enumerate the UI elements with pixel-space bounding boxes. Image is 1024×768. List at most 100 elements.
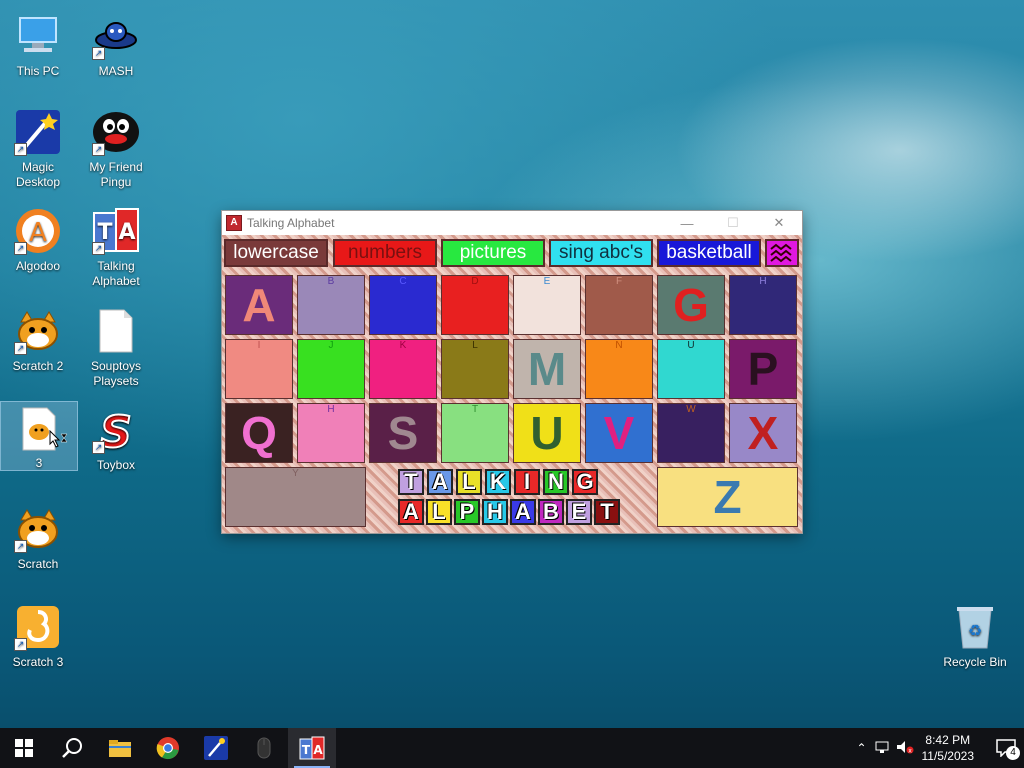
letter-tile[interactable]: Q [225,403,293,463]
desktop-icon-label: This PC [16,64,60,78]
desktop-icon-label: Scratch 3 [12,655,64,669]
talking-alphabet-icon: TA [299,736,325,760]
letter-tile[interactable]: M [513,339,581,399]
taskbar-talking-alphabet[interactable]: TA [288,728,336,768]
sing-abcs-button[interactable]: sing abc's [549,239,653,267]
letter-tile[interactable]: U [657,339,725,399]
desktop-icon-pingu[interactable]: ↗ My Friend Pingu [78,104,154,190]
letter-tile[interactable]: L [441,339,509,399]
taskbar-file-explorer[interactable] [96,728,144,768]
algodoo-icon: A ↗ [14,207,62,255]
logo-letter-block: H [482,499,508,525]
tile-small-letter: N [615,340,623,351]
desktop-icon-algodoo[interactable]: A ↗ Algodoo [0,203,76,274]
clock-date: 11/5/2023 [921,749,975,763]
maximize-icon[interactable]: ☐ [710,211,756,235]
scratch-3-icon: ↗ [14,603,62,651]
tile-big-letter: U [530,407,564,459]
taskbar-magic-desktop[interactable] [192,728,240,768]
desktop-icon-scratch-2[interactable]: ↗ Scratch 2 [0,303,76,374]
window-title: Talking Alphabet [247,216,335,230]
shortcut-arrow-icon: ↗ [14,638,27,651]
taskbar-chrome[interactable] [144,728,192,768]
desktop-icon-toybox[interactable]: S ↗ Toybox [78,402,154,473]
letter-tile[interactable]: G [657,275,725,335]
letter-tile[interactable]: T [441,403,509,463]
letter-tile[interactable]: I [225,339,293,399]
basketball-button[interactable]: basketball [657,239,761,267]
letter-tile[interactable]: W [657,403,725,463]
svg-text:A: A [29,218,47,248]
app-content: lowercase numbers pictures sing abc's ba… [222,235,802,533]
desktop-icon-recycle-bin[interactable]: ♻ Recycle Bin [937,599,1013,670]
letter-tile[interactable]: F [585,275,653,335]
volume-muted-icon[interactable]: x [894,740,916,757]
shortcut-arrow-icon: ↗ [14,540,27,553]
search-button[interactable] [48,728,96,768]
desktop-icon-label: Scratch [17,557,59,571]
tile-small-letter: L [472,340,478,351]
letter-tile[interactable]: A [225,275,293,335]
desktop-icon-magic-desktop[interactable]: ↗ Magic Desktop [0,104,76,190]
notification-center-button[interactable]: 4 [988,728,1024,768]
desktop-icon-mash[interactable]: ↗ MASH [78,8,154,79]
letter-tile[interactable]: N [585,339,653,399]
letter-tile[interactable]: S [369,403,437,463]
desktop-icon-talking-alphabet[interactable]: TA ↗ Talking Alphabet [78,203,154,289]
letter-tile[interactable]: P [729,339,797,399]
pictures-button[interactable]: pictures [441,239,545,267]
taskbar: TA ⌃ x 8:42 PM 11/5/2023 4 [0,728,1024,768]
logo-letter-block: B [538,499,564,525]
svg-text:A: A [118,220,135,245]
minimize-icon[interactable]: — [664,211,710,235]
letter-tile[interactable]: C [369,275,437,335]
logo-letter-block: A [427,469,453,495]
letter-tile[interactable]: V [585,403,653,463]
letter-tile[interactable]: U [513,403,581,463]
chevron-up-icon[interactable]: ⌃ [852,741,872,755]
tile-big-letter: M [527,343,567,395]
letter-tile[interactable]: X [729,403,797,463]
letter-tile[interactable]: K [369,339,437,399]
logo-letter-block: L [456,469,482,495]
talking-alphabet-window[interactable]: A Talking Alphabet — ☐ ✕ lowercase numbe… [222,211,802,533]
shortcut-arrow-icon: ↗ [14,242,27,255]
desktop-icon-souptoys[interactable]: Souptoys Playsets [78,303,154,389]
letter-tile[interactable]: H [297,403,365,463]
letter-tile[interactable]: E [513,275,581,335]
desktop-icon-scratch-3[interactable]: ↗ Scratch 3 [0,599,76,670]
taskbar-clock[interactable]: 8:42 PM 11/5/2023 [922,732,975,764]
tile-small-letter: C [399,276,407,287]
mash-ufo-icon: ↗ [92,12,140,60]
tile-small-letter: B [327,276,335,287]
window-titlebar[interactable]: A Talking Alphabet — ☐ ✕ [222,211,802,235]
letter-tile[interactable]: J [297,339,365,399]
desktop-icon-label: Toybox [96,458,136,472]
zigzag-icon[interactable] [765,239,799,267]
scratch-cat-icon: ↗ [14,307,62,355]
taskbar-mouse[interactable] [240,728,288,768]
busy-cursor-icon [49,429,69,450]
letter-tile[interactable]: D [441,275,509,335]
tile-small-letter: F [615,276,623,287]
start-button[interactable] [0,728,48,768]
letter-tile[interactable]: Z [657,467,798,527]
letter-tile[interactable]: Y [225,467,366,527]
close-icon[interactable]: ✕ [756,211,802,235]
lowercase-button[interactable]: lowercase [224,239,328,267]
magic-wand-icon [204,736,228,760]
desktop-icon-this-pc[interactable]: This PC [0,8,76,79]
desktop-icon-label: 3 [35,456,43,470]
logo-letter-block: E [566,499,592,525]
system-tray: ⌃ x 8:42 PM 11/5/2023 4 [852,728,1024,768]
svg-text:T: T [302,743,311,757]
tile-big-letter: Z [713,471,742,523]
network-icon[interactable] [872,740,894,757]
letter-tile[interactable]: H [729,275,797,335]
logo-letter-block: K [485,469,511,495]
numbers-button[interactable]: numbers [333,239,437,267]
desktop-icon-scratch[interactable]: ↗ Scratch [0,501,76,572]
letter-tile[interactable]: B [297,275,365,335]
logo-letter-block: T [398,469,424,495]
shortcut-arrow-icon: ↗ [14,342,27,355]
